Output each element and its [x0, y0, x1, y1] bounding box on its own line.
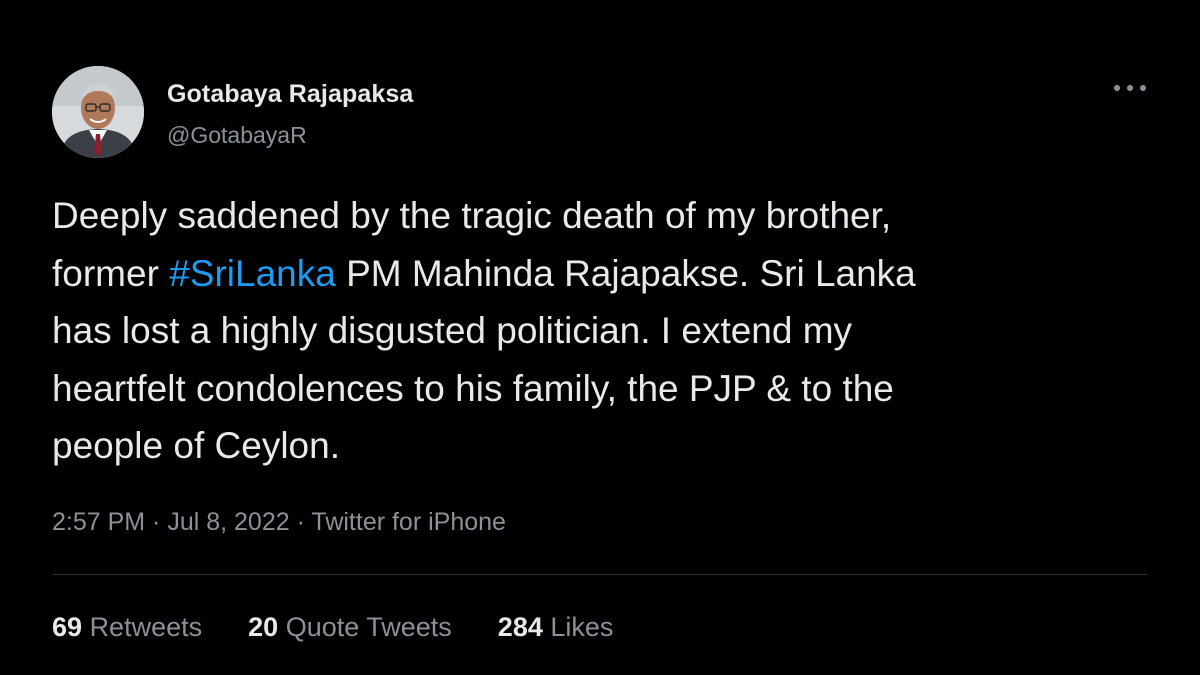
avatar[interactable]	[52, 66, 144, 158]
profile-photo-icon	[52, 66, 144, 158]
retweets-count: 69	[52, 612, 83, 642]
likes-stat[interactable]: 284 Likes	[498, 612, 614, 643]
tweet-text-segment: PM Mahinda Rajapakse. Sri Lanka	[335, 252, 916, 294]
tweet-meta: 2:57 PM · Jul 8, 2022 · Twitter for iPho…	[52, 508, 506, 537]
tweet-line: has lost a highly disgusted politician. …	[52, 310, 853, 351]
meta-separator: ·	[289, 508, 312, 536]
dot	[1127, 85, 1133, 91]
quote-tweets-label: Quote Tweets	[285, 612, 452, 642]
tweet-line: heartfelt condolences to his family, the…	[52, 367, 894, 409]
likes-count: 284	[497, 612, 543, 642]
hashtag-link[interactable]: #SriLanka	[169, 253, 336, 294]
quote-tweets-stat[interactable]: 20 Quote Tweets	[248, 612, 452, 643]
tweet-line: Deeply saddened by the tragic death of m…	[52, 195, 892, 236]
tweet-line: people of Ceylon.	[52, 425, 340, 466]
more-options-icon[interactable]	[1114, 78, 1146, 98]
tweet-card: Gotabaya Rajapaksa @GotabayaR Deeply sad…	[0, 0, 1200, 675]
divider	[52, 574, 1148, 575]
tweet-text: Deeply saddened by the tragic death of m…	[52, 187, 1162, 475]
author-handle[interactable]: @GotabayaR	[167, 122, 307, 149]
tweet-source[interactable]: Twitter for iPhone	[311, 508, 506, 536]
retweets-label: Retweets	[89, 612, 203, 642]
dot	[1114, 85, 1120, 91]
author-name[interactable]: Gotabaya Rajapaksa	[167, 80, 413, 109]
tweet-text-segment: former	[52, 252, 170, 294]
likes-label: Likes	[550, 612, 614, 642]
meta-separator: ·	[145, 508, 168, 536]
tweet-line: former #SriLanka PM Mahinda Rajapakse. S…	[52, 245, 1162, 303]
tweet-stats: 69 Retweets 20 Quote Tweets 284 Likes	[52, 612, 613, 643]
dot	[1140, 85, 1146, 91]
tweet-date[interactable]: Jul 8, 2022	[167, 508, 289, 536]
retweets-stat[interactable]: 69 Retweets	[52, 612, 202, 643]
quote-tweets-count: 20	[248, 612, 279, 642]
tweet-time[interactable]: 2:57 PM	[52, 508, 145, 536]
